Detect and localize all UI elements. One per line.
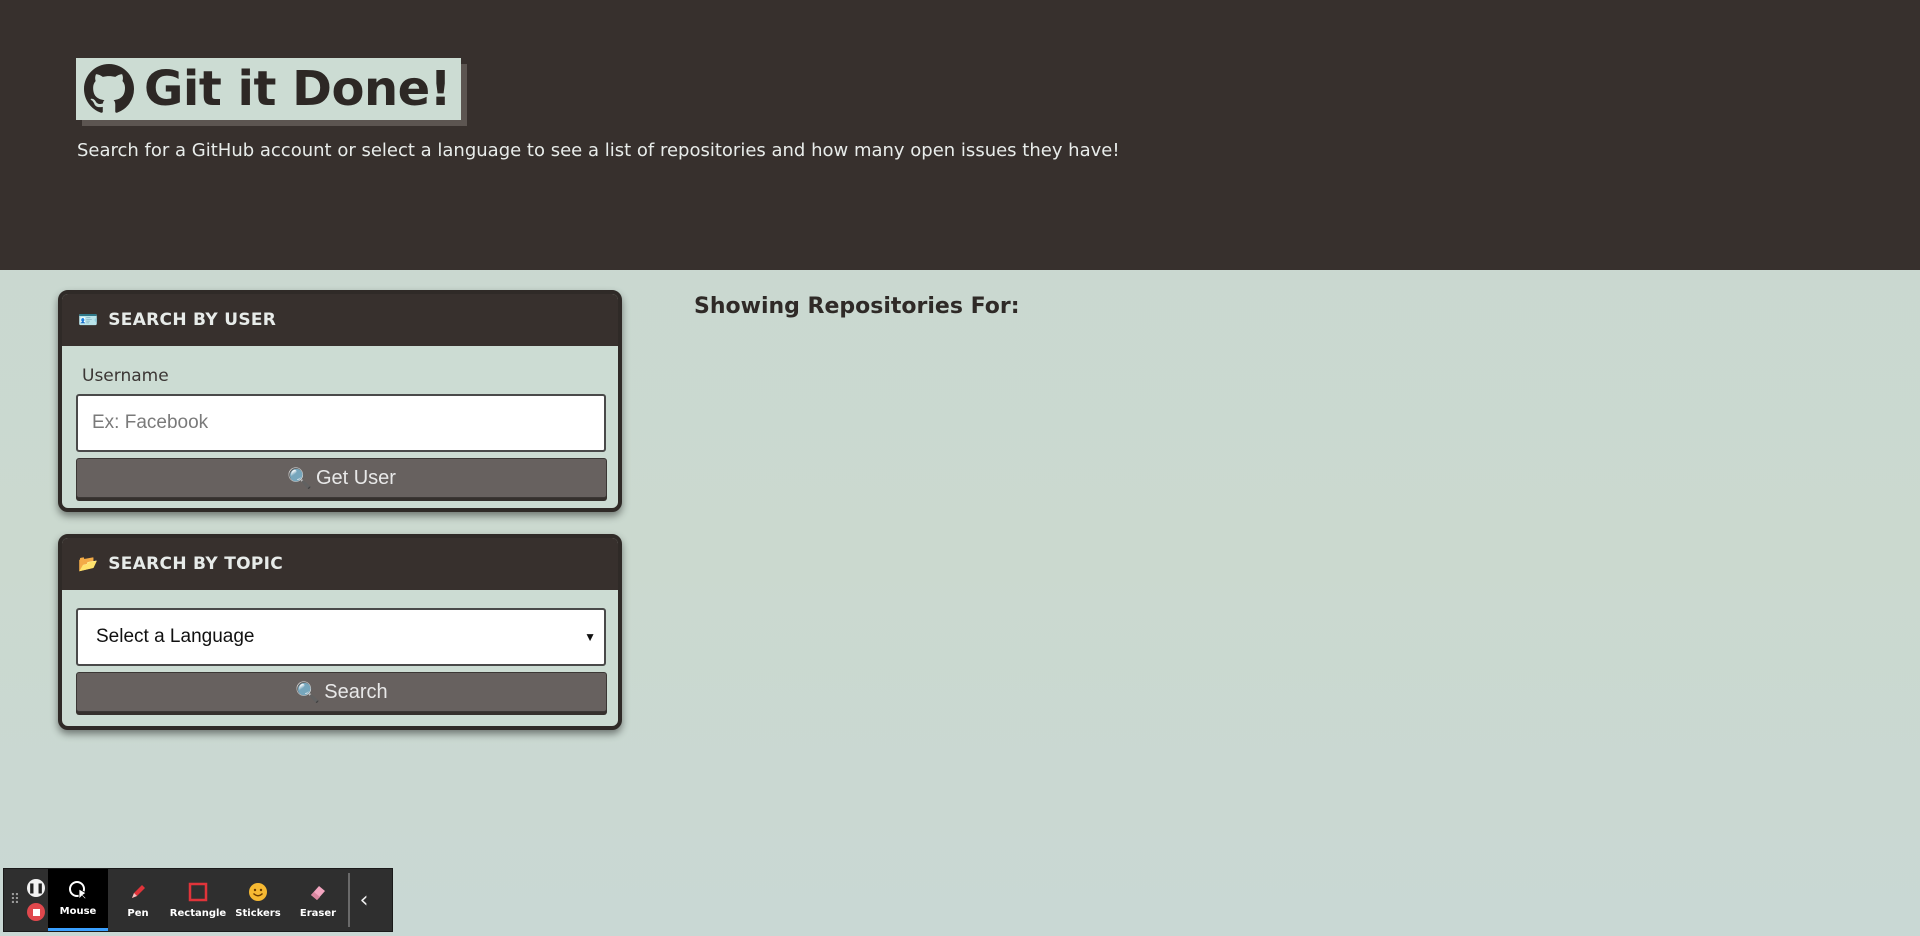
language-select[interactable]: Select a Language ▼ (76, 608, 606, 666)
tool-rectangle[interactable]: Rectangle (168, 869, 228, 931)
card-header: 🪪 SEARCH BY USER (62, 294, 618, 346)
chevron-left-icon[interactable]: ‹ (350, 869, 378, 931)
get-user-button[interactable]: 🔍 Get User (76, 458, 607, 498)
tool-label: Eraser (299, 907, 337, 919)
brand-banner: Git it Done! (76, 58, 462, 120)
tool-eraser[interactable]: Eraser (288, 869, 348, 931)
pen-icon (128, 882, 148, 902)
magnifier-icon: 🔍 (287, 467, 312, 490)
button-label: Get User (315, 466, 396, 489)
search-button[interactable]: 🔍 Search (76, 672, 607, 712)
search-by-user-card: 🪪 SEARCH BY USER Username 🔍 Get User (58, 290, 622, 512)
stop-icon[interactable] (27, 903, 45, 921)
username-input[interactable] (76, 394, 606, 452)
tool-mouse[interactable]: Mouse (48, 869, 108, 931)
recording-controls: ❚❚ (24, 869, 48, 931)
mouse-cursor-icon (68, 880, 88, 900)
button-label: Search (324, 680, 388, 703)
tool-label: Rectangle (169, 907, 227, 919)
eraser-icon (308, 882, 328, 902)
card-heading: SEARCH BY TOPIC (108, 554, 284, 574)
sticker-icon (248, 882, 268, 902)
magnifier-icon: 🔍 (295, 681, 321, 704)
tool-label: Pen (127, 907, 149, 919)
tool-pen[interactable]: Pen (108, 869, 168, 931)
page-title: Git it Done! (144, 61, 452, 117)
card-header: 📂 SEARCH BY TOPIC (62, 538, 618, 590)
language-select-value: Select a Language (96, 626, 255, 647)
page-header: Git it Done! Search for a GitHub account… (0, 0, 1920, 270)
pause-icon[interactable]: ❚❚ (27, 879, 45, 897)
rectangle-icon (188, 882, 208, 902)
page-tagline: Search for a GitHub account or select a … (77, 140, 1120, 161)
user-card-icon: 🪪 (78, 310, 99, 329)
search-by-topic-card: 📂 SEARCH BY TOPIC Select a Language ▼ 🔍 … (58, 534, 622, 730)
drag-handle-icon[interactable]: ⠿ (4, 869, 24, 931)
github-icon (84, 64, 134, 113)
chevron-down-icon: ▼ (584, 630, 596, 644)
folder-icon: 📂 (78, 554, 99, 573)
username-label: Username (82, 366, 169, 386)
annotation-toolbar: ⠿ ❚❚ Mouse Pen Rectangle Stickers Eraser… (3, 868, 393, 932)
tool-label: Stickers (235, 907, 281, 919)
card-heading: SEARCH BY USER (108, 310, 277, 330)
results-title: Showing Repositories For: (694, 294, 1020, 319)
tool-label: Mouse (59, 906, 97, 917)
tool-stickers[interactable]: Stickers (228, 869, 288, 931)
